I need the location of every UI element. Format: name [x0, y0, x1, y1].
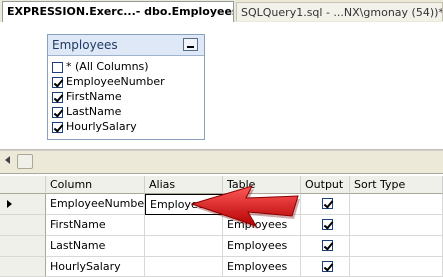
cell-output[interactable] [301, 194, 350, 215]
cell-table[interactable]: Employees [223, 236, 301, 257]
column-label: HourlySalary [66, 120, 137, 133]
row-selector[interactable] [0, 215, 46, 236]
header-column[interactable]: Column [46, 176, 145, 194]
cell-sort-type[interactable] [350, 194, 443, 215]
cell-column[interactable]: LastName [46, 236, 145, 257]
scroll-thumb[interactable] [17, 154, 33, 169]
column-label: EmployeeNumber [66, 75, 165, 88]
cell-table[interactable]: Employees [223, 215, 301, 236]
output-checkbox[interactable] [322, 219, 333, 230]
header-output[interactable]: Output [301, 176, 350, 194]
output-checkbox[interactable] [322, 198, 333, 209]
hourlysalary-checkbox[interactable] [52, 121, 63, 133]
cell-column[interactable]: HourlySalary [46, 257, 145, 277]
cell-column[interactable]: EmployeeNumber [46, 194, 145, 215]
tab-employees-view[interactable]: EXPRESSION.Exerc...- dbo.Employees* [2, 1, 234, 22]
cell-alias[interactable] [145, 257, 223, 277]
employeenumber-checkbox[interactable] [52, 76, 63, 88]
diagram-pane: Employees * (All Columns) EmployeeNumber… [0, 22, 443, 150]
scroll-left-arrow-icon[interactable] [5, 156, 10, 164]
column-item-lastname[interactable]: LastName [52, 104, 121, 119]
tab-sqlquery1[interactable]: SQLQuery1.sql - ...NX\gmonay (54))* [236, 2, 443, 21]
cell-sort-type[interactable] [350, 236, 443, 257]
cell-table[interactable]: Employees [223, 257, 301, 277]
column-label: LastName [66, 105, 122, 118]
lastname-checkbox[interactable] [52, 106, 63, 118]
column-label: FirstName [66, 90, 122, 103]
cell-sort-type[interactable] [350, 215, 443, 236]
cell-output[interactable] [301, 236, 350, 257]
cell-alias[interactable] [145, 215, 223, 236]
table-box-title-bar[interactable]: Employees [48, 35, 204, 56]
cell-alias[interactable] [145, 236, 223, 257]
cell-output[interactable] [301, 257, 350, 277]
row-selector[interactable] [0, 257, 46, 277]
cell-table[interactable]: Employees [223, 194, 301, 215]
cell-output[interactable] [301, 215, 350, 236]
row-selector[interactable] [0, 194, 46, 215]
column-item-firstname[interactable]: FirstName [52, 89, 122, 104]
table-box-title: Employees [52, 38, 118, 52]
document-tab-bar: EXPRESSION.Exerc...- dbo.Employees* SQLQ… [0, 0, 443, 23]
criteria-grid: Column Alias Table Output Sort Type Empl… [0, 176, 443, 277]
header-sort-type[interactable]: Sort Type [350, 176, 443, 194]
header-table[interactable]: Table [223, 176, 301, 194]
column-item-hourlysalary[interactable]: HourlySalary [52, 119, 137, 134]
all-columns-checkbox[interactable] [52, 61, 63, 73]
cell-sort-type[interactable] [350, 257, 443, 277]
column-label: * (All Columns) [66, 60, 149, 73]
output-checkbox[interactable] [322, 240, 333, 251]
column-item-all[interactable]: * (All Columns) [52, 59, 149, 74]
output-checkbox[interactable] [322, 261, 333, 272]
alias-input[interactable]: Employee # [145, 194, 223, 215]
row-selector[interactable] [0, 236, 46, 257]
pane-splitter-scrollbar[interactable] [0, 150, 443, 174]
employees-table-box[interactable]: Employees * (All Columns) EmployeeNumber… [47, 34, 205, 140]
firstname-checkbox[interactable] [52, 91, 63, 103]
cell-column[interactable]: FirstName [46, 215, 145, 236]
row-selector-triangle-icon [7, 200, 12, 208]
grid-corner-header [0, 176, 46, 194]
column-item-employeenumber[interactable]: EmployeeNumber [52, 74, 165, 89]
header-alias[interactable]: Alias [145, 176, 223, 194]
minimize-button[interactable] [183, 38, 198, 51]
